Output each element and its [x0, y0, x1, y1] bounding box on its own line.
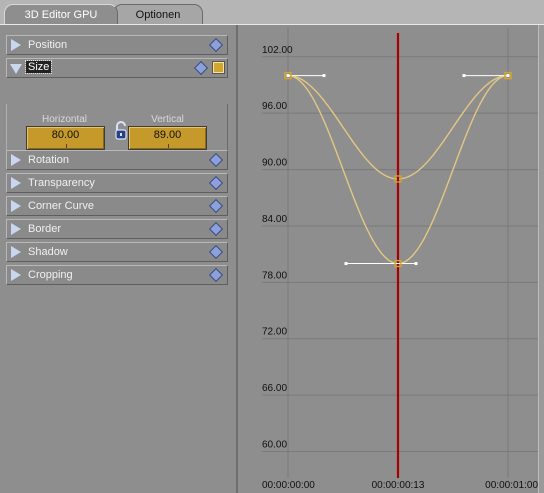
y-tick-label: 84.00	[262, 214, 287, 225]
y-tick-label: 66.00	[262, 383, 287, 394]
y-tick-label: 102.00	[262, 45, 293, 56]
tangent-handle-end	[344, 262, 348, 266]
x-tick-label: 00:00:00:00	[262, 480, 315, 491]
vertical-scrollbar[interactable]	[538, 25, 544, 493]
y-tick-label: 90.00	[262, 158, 287, 169]
x-tick-label: 00:00:01:00	[485, 480, 538, 491]
y-tick-label: 60.00	[262, 440, 287, 451]
tab-3d-editor-gpu[interactable]: 3D Editor GPU	[4, 4, 118, 24]
y-tick-label: 72.00	[262, 327, 287, 338]
tangent-handle-end	[462, 74, 466, 78]
tangent-handle-end	[286, 74, 290, 78]
y-tick-label: 96.00	[262, 101, 287, 112]
y-tick-label: 78.00	[262, 270, 287, 281]
x-tick-label: 00:00:00:13	[372, 480, 425, 491]
tangent-handle-end	[506, 74, 510, 78]
keyframe-graph[interactable]: 102.00 96.00 90.00 84.00 78.00 72.00 66.00 60.0…	[0, 0, 544, 493]
tangent-handle-end	[414, 262, 418, 266]
tangent-handle-end	[322, 74, 326, 78]
